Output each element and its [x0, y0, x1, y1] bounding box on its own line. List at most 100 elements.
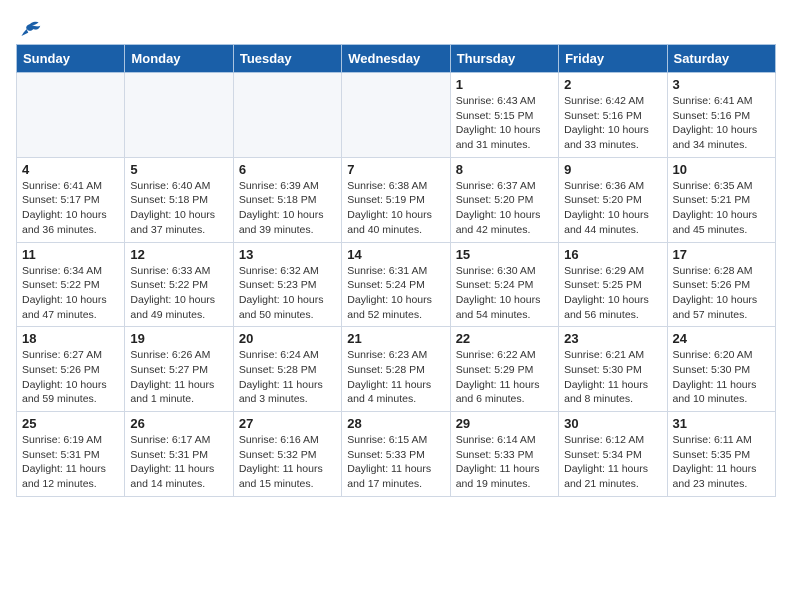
- week-row: 18 Sunrise: 6:27 AM Sunset: 5:26 PM Dayli…: [17, 327, 776, 412]
- weekday-header: Sunday: [17, 45, 125, 73]
- calendar-cell: 19Sunrise: 6:26 AM Sunset: 5:27 PM Dayli…: [125, 327, 233, 412]
- day-info: Sunrise: 6:16 AM Sunset: 5:32 PM Dayligh…: [239, 433, 336, 492]
- day-number: 11: [22, 247, 119, 262]
- day-number: 3: [673, 77, 770, 92]
- day-number: 8: [456, 162, 553, 177]
- calendar-cell: 29 Sunrise: 6:14 AM Sunset: 5:33 PM Dayli…: [450, 412, 558, 497]
- calendar-cell: [125, 73, 233, 158]
- day-number: 29: [456, 416, 553, 431]
- calendar-cell: 13 Sunrise: 6:32 AM Sunset: 5:23 PM Dayli…: [233, 242, 341, 327]
- day-info: Sunrise: 6:15 AM Sunset: 5:33 PM Dayligh…: [347, 433, 444, 492]
- day-info: Sunrise: 6:32 AM Sunset: 5:23 PM Dayligh…: [239, 264, 336, 323]
- calendar-cell: 3Sunrise: 6:41 AM Sunset: 5:16 PM Daylig…: [667, 73, 775, 158]
- day-number: 28: [347, 416, 444, 431]
- day-number: 15: [456, 247, 553, 262]
- calendar-cell: 11 Sunrise: 6:34 AM Sunset: 5:22 PM Dayli…: [17, 242, 125, 327]
- day-number: 19: [130, 331, 227, 346]
- day-info: Sunrise: 6:35 AM Sunset: 5:21 PM Dayligh…: [673, 179, 770, 238]
- calendar-cell: 20 Sunrise: 6:24 AM Sunset: 5:28 PM Dayli…: [233, 327, 341, 412]
- calendar-cell: 10 Sunrise: 6:35 AM Sunset: 5:21 PM Dayli…: [667, 157, 775, 242]
- day-number: 12: [130, 247, 227, 262]
- day-number: 13: [239, 247, 336, 262]
- weekday-header: Wednesday: [342, 45, 450, 73]
- day-info: Sunrise: 6:27 AM Sunset: 5:26 PM Dayligh…: [22, 348, 119, 407]
- day-info: Sunrise: 6:42 AM Sunset: 5:16 PM Dayligh…: [564, 94, 661, 153]
- calendar-cell: [233, 73, 341, 158]
- day-info: Sunrise: 6:33 AM Sunset: 5:22 PM Dayligh…: [130, 264, 227, 323]
- day-info: Sunrise: 6:36 AM Sunset: 5:20 PM Dayligh…: [564, 179, 661, 238]
- day-number: 30: [564, 416, 661, 431]
- day-info: Sunrise: 6:38 AM Sunset: 5:19 PM Dayligh…: [347, 179, 444, 238]
- calendar-cell: 30 Sunrise: 6:12 AM Sunset: 5:34 PM Dayli…: [559, 412, 667, 497]
- day-info: Sunrise: 6:22 AM Sunset: 5:29 PM Dayligh…: [456, 348, 553, 407]
- calendar-cell: 8 Sunrise: 6:37 AM Sunset: 5:20 PM Daylig…: [450, 157, 558, 242]
- calendar-cell: 2Sunrise: 6:42 AM Sunset: 5:16 PM Daylig…: [559, 73, 667, 158]
- day-number: 6: [239, 162, 336, 177]
- weekday-header: Tuesday: [233, 45, 341, 73]
- calendar-cell: [342, 73, 450, 158]
- day-info: Sunrise: 6:11 AM Sunset: 5:35 PM Dayligh…: [673, 433, 770, 492]
- day-number: 4: [22, 162, 119, 177]
- calendar-cell: 16 Sunrise: 6:29 AM Sunset: 5:25 PM Dayli…: [559, 242, 667, 327]
- calendar-cell: 7Sunrise: 6:38 AM Sunset: 5:19 PM Daylig…: [342, 157, 450, 242]
- day-info: Sunrise: 6:28 AM Sunset: 5:26 PM Dayligh…: [673, 264, 770, 323]
- weekday-header: Monday: [125, 45, 233, 73]
- calendar-cell: 22 Sunrise: 6:22 AM Sunset: 5:29 PM Dayli…: [450, 327, 558, 412]
- day-number: 10: [673, 162, 770, 177]
- day-info: Sunrise: 6:24 AM Sunset: 5:28 PM Dayligh…: [239, 348, 336, 407]
- day-number: 21: [347, 331, 444, 346]
- day-number: 20: [239, 331, 336, 346]
- day-number: 24: [673, 331, 770, 346]
- day-number: 9: [564, 162, 661, 177]
- day-number: 18: [22, 331, 119, 346]
- weekday-header: Friday: [559, 45, 667, 73]
- day-number: 23: [564, 331, 661, 346]
- week-row: 11 Sunrise: 6:34 AM Sunset: 5:22 PM Dayli…: [17, 242, 776, 327]
- day-number: 26: [130, 416, 227, 431]
- day-number: 25: [22, 416, 119, 431]
- weekday-header: Thursday: [450, 45, 558, 73]
- day-info: Sunrise: 6:21 AM Sunset: 5:30 PM Dayligh…: [564, 348, 661, 407]
- day-info: Sunrise: 6:29 AM Sunset: 5:25 PM Dayligh…: [564, 264, 661, 323]
- week-row: 1Sunrise: 6:43 AM Sunset: 5:15 PM Daylig…: [17, 73, 776, 158]
- calendar-cell: 6 Sunrise: 6:39 AM Sunset: 5:18 PM Daylig…: [233, 157, 341, 242]
- day-info: Sunrise: 6:37 AM Sunset: 5:20 PM Dayligh…: [456, 179, 553, 238]
- calendar-cell: 23 Sunrise: 6:21 AM Sunset: 5:30 PM Dayli…: [559, 327, 667, 412]
- calendar-header-row: SundayMondayTuesdayWednesdayThursdayFrid…: [17, 45, 776, 73]
- day-number: 22: [456, 331, 553, 346]
- calendar-cell: 17 Sunrise: 6:28 AM Sunset: 5:26 PM Dayli…: [667, 242, 775, 327]
- day-number: 17: [673, 247, 770, 262]
- day-info: Sunrise: 6:17 AM Sunset: 5:31 PM Dayligh…: [130, 433, 227, 492]
- calendar-cell: 15Sunrise: 6:30 AM Sunset: 5:24 PM Dayli…: [450, 242, 558, 327]
- calendar-cell: 24 Sunrise: 6:20 AM Sunset: 5:30 PM Dayli…: [667, 327, 775, 412]
- calendar-cell: 14Sunrise: 6:31 AM Sunset: 5:24 PM Dayli…: [342, 242, 450, 327]
- calendar-cell: [17, 73, 125, 158]
- calendar-cell: 5Sunrise: 6:40 AM Sunset: 5:18 PM Daylig…: [125, 157, 233, 242]
- calendar-cell: 12 Sunrise: 6:33 AM Sunset: 5:22 PM Dayli…: [125, 242, 233, 327]
- calendar-cell: 26 Sunrise: 6:17 AM Sunset: 5:31 PM Dayli…: [125, 412, 233, 497]
- calendar-cell: 18 Sunrise: 6:27 AM Sunset: 5:26 PM Dayli…: [17, 327, 125, 412]
- calendar-cell: 27 Sunrise: 6:16 AM Sunset: 5:32 PM Dayli…: [233, 412, 341, 497]
- calendar-cell: 9 Sunrise: 6:36 AM Sunset: 5:20 PM Daylig…: [559, 157, 667, 242]
- day-number: 5: [130, 162, 227, 177]
- day-info: Sunrise: 6:39 AM Sunset: 5:18 PM Dayligh…: [239, 179, 336, 238]
- day-info: Sunrise: 6:19 AM Sunset: 5:31 PM Dayligh…: [22, 433, 119, 492]
- day-info: Sunrise: 6:41 AM Sunset: 5:17 PM Dayligh…: [22, 179, 119, 238]
- weekday-header: Saturday: [667, 45, 775, 73]
- calendar-cell: 31Sunrise: 6:11 AM Sunset: 5:35 PM Dayli…: [667, 412, 775, 497]
- page-header: [16, 16, 776, 36]
- week-row: 4 Sunrise: 6:41 AM Sunset: 5:17 PM Daylig…: [17, 157, 776, 242]
- calendar-cell: 4 Sunrise: 6:41 AM Sunset: 5:17 PM Daylig…: [17, 157, 125, 242]
- calendar-table: SundayMondayTuesdayWednesdayThursdayFrid…: [16, 44, 776, 497]
- day-info: Sunrise: 6:23 AM Sunset: 5:28 PM Dayligh…: [347, 348, 444, 407]
- week-row: 25 Sunrise: 6:19 AM Sunset: 5:31 PM Dayli…: [17, 412, 776, 497]
- calendar-cell: 21 Sunrise: 6:23 AM Sunset: 5:28 PM Dayli…: [342, 327, 450, 412]
- day-info: Sunrise: 6:12 AM Sunset: 5:34 PM Dayligh…: [564, 433, 661, 492]
- calendar-cell: 1Sunrise: 6:43 AM Sunset: 5:15 PM Daylig…: [450, 73, 558, 158]
- day-info: Sunrise: 6:20 AM Sunset: 5:30 PM Dayligh…: [673, 348, 770, 407]
- day-number: 14: [347, 247, 444, 262]
- day-info: Sunrise: 6:14 AM Sunset: 5:33 PM Dayligh…: [456, 433, 553, 492]
- day-info: Sunrise: 6:34 AM Sunset: 5:22 PM Dayligh…: [22, 264, 119, 323]
- day-number: 16: [564, 247, 661, 262]
- day-number: 27: [239, 416, 336, 431]
